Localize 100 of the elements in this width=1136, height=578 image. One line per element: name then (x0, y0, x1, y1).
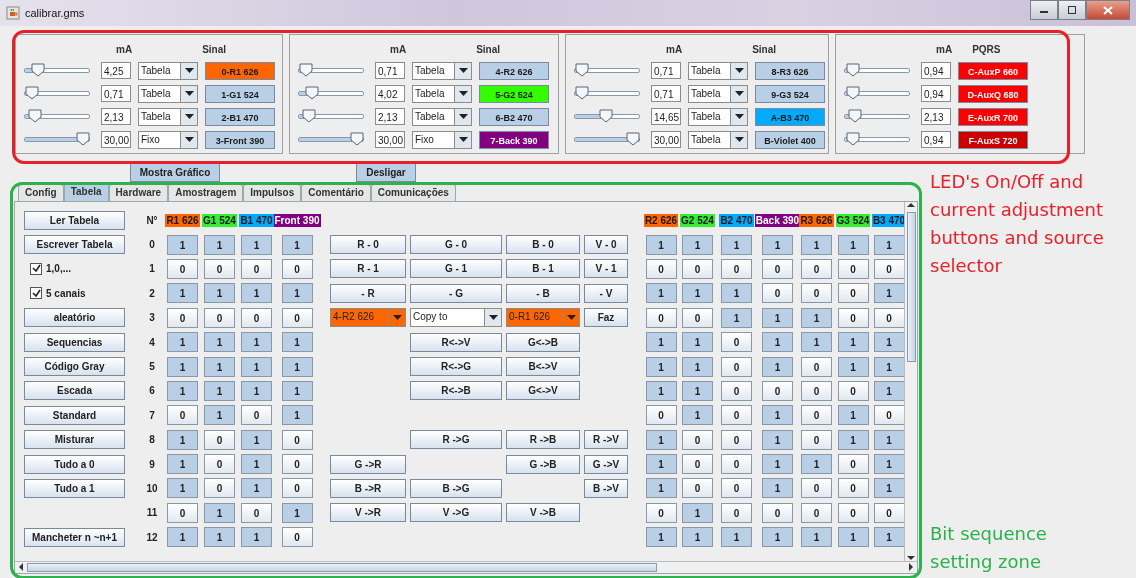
bit-toggle[interactable]: 1 (873, 332, 904, 353)
signal-button[interactable]: C-AuxP 660 (958, 61, 1028, 80)
bit-toggle[interactable]: 0 (837, 258, 869, 279)
bit-operation-button[interactable]: R<->V (410, 332, 502, 352)
bit-toggle[interactable]: 1 (801, 332, 832, 353)
bit-operation-button[interactable]: R ->G (410, 430, 502, 450)
bit-toggle[interactable]: 0 (645, 307, 677, 328)
source-dropdown[interactable]: Tabela (412, 61, 472, 80)
bit-toggle[interactable]: 1 (167, 454, 198, 475)
bit-toggle[interactable]: 1 (873, 527, 904, 548)
slider[interactable] (298, 132, 364, 147)
bit-toggle[interactable]: 0 (204, 307, 235, 328)
bit-operation-button[interactable]: R<->B (410, 381, 502, 401)
signal-button[interactable]: A-B3 470 (755, 107, 825, 126)
bit-toggle[interactable]: 1 (645, 283, 677, 304)
bit-toggle[interactable]: 1 (167, 380, 198, 401)
bit-toggle[interactable]: 1 (204, 405, 235, 426)
bit-operation-button[interactable]: B<->V (506, 357, 580, 377)
slider-thumb[interactable] (299, 63, 314, 77)
bit-operation-button[interactable]: R - 1 (330, 259, 406, 279)
bit-operation-button[interactable]: G ->B (506, 454, 580, 474)
bit-operation-button[interactable]: - V (584, 283, 628, 303)
bit-toggle[interactable]: 1 (281, 380, 313, 401)
bit-toggle[interactable]: 1 (762, 405, 793, 426)
slider[interactable] (24, 86, 90, 101)
bit-toggle[interactable]: 1 (762, 527, 793, 548)
bit-toggle[interactable]: 1 (837, 332, 869, 353)
bit-operation-button[interactable]: - G (410, 283, 502, 303)
bit-toggle[interactable]: 0 (281, 478, 313, 499)
bit-toggle[interactable]: 0 (645, 258, 677, 279)
bit-toggle[interactable]: 1 (241, 332, 272, 353)
bit-toggle[interactable]: 0 (873, 258, 904, 279)
bit-toggle[interactable]: 1 (801, 527, 832, 548)
bit-toggle[interactable]: 1 (682, 283, 713, 304)
value-field[interactable]: 30,00 (375, 131, 405, 148)
bit-toggle[interactable]: 1 (241, 356, 272, 377)
bit-toggle[interactable]: 1 (837, 405, 869, 426)
bit-toggle[interactable]: 1 (721, 527, 752, 548)
signal-button[interactable]: 4-R2 626 (479, 61, 549, 80)
bit-operation-button[interactable]: G<->V (506, 381, 580, 401)
source-dropdown[interactable]: Fixo (138, 130, 198, 149)
signal-button[interactable]: F-AuxS 720 (958, 130, 1028, 149)
slider[interactable] (844, 132, 910, 147)
option-checkbox[interactable]: 5 canais (30, 287, 86, 300)
slider-thumb[interactable] (304, 86, 319, 100)
bit-toggle[interactable]: 1 (873, 380, 904, 401)
bit-toggle[interactable]: 1 (762, 478, 793, 499)
bit-toggle[interactable]: 0 (167, 502, 198, 523)
slider-thumb[interactable] (626, 132, 640, 146)
slider[interactable] (24, 132, 90, 147)
table-action-button[interactable]: Sequencias (24, 332, 125, 352)
bit-toggle[interactable]: 1 (682, 380, 713, 401)
bit-toggle[interactable]: 0 (645, 405, 677, 426)
signal-button[interactable]: 5-G2 524 (479, 84, 549, 103)
bit-toggle[interactable]: 0 (167, 307, 198, 328)
bit-toggle[interactable]: 0 (801, 429, 832, 450)
bit-toggle[interactable]: 1 (281, 283, 313, 304)
bit-toggle[interactable]: 1 (241, 478, 272, 499)
bit-toggle[interactable]: 1 (241, 454, 272, 475)
minimize-button[interactable] (1030, 0, 1058, 20)
table-action-button[interactable]: Escrever Tabela (24, 235, 125, 255)
source-dropdown[interactable]: Fixo (412, 130, 472, 149)
slider[interactable] (574, 132, 640, 147)
source-dropdown[interactable]: Tabela (138, 107, 198, 126)
bit-toggle[interactable]: 0 (241, 405, 272, 426)
bit-toggle[interactable]: 0 (801, 405, 832, 426)
bit-operation-button[interactable]: G ->R (330, 454, 406, 474)
value-field[interactable]: 0,71 (101, 85, 131, 102)
bit-toggle[interactable]: 1 (645, 332, 677, 353)
signal-button[interactable]: 7-Back 390 (479, 130, 549, 149)
bit-toggle[interactable]: 1 (167, 429, 198, 450)
bit-toggle[interactable]: 1 (682, 502, 713, 523)
bit-toggle[interactable]: 1 (837, 429, 869, 450)
bit-toggle[interactable]: 1 (837, 234, 869, 255)
bit-operation-button[interactable]: V - 0 (584, 235, 628, 255)
bit-toggle[interactable]: 1 (873, 283, 904, 304)
read-table-button[interactable]: Ler Tabela (24, 210, 125, 230)
bit-toggle[interactable]: 0 (682, 429, 713, 450)
bit-toggle[interactable]: 1 (281, 356, 313, 377)
slider-thumb[interactable] (575, 63, 590, 77)
signal-button[interactable]: B-Violet 400 (755, 130, 825, 149)
bit-toggle[interactable]: 1 (762, 332, 793, 353)
bit-toggle[interactable]: 1 (241, 429, 272, 450)
bit-toggle[interactable]: 0 (204, 258, 235, 279)
table-action-button[interactable]: Código Gray (24, 357, 125, 377)
bit-toggle[interactable]: 1 (873, 429, 904, 450)
bit-toggle[interactable]: 1 (682, 405, 713, 426)
bit-toggle[interactable]: 0 (762, 502, 793, 523)
bit-toggle[interactable]: 1 (837, 527, 869, 548)
bit-toggle[interactable]: 0 (837, 380, 869, 401)
slider[interactable] (298, 63, 364, 78)
bit-toggle[interactable]: 1 (645, 380, 677, 401)
bit-toggle[interactable]: 1 (645, 234, 677, 255)
bit-toggle[interactable]: 1 (204, 332, 235, 353)
slider-thumb[interactable] (847, 109, 862, 123)
bit-toggle[interactable]: 1 (281, 332, 313, 353)
bit-toggle[interactable]: 0 (873, 405, 904, 426)
value-field[interactable]: 0,71 (651, 85, 681, 102)
bit-toggle[interactable]: 1 (873, 454, 904, 475)
bit-toggle[interactable]: 1 (241, 283, 272, 304)
